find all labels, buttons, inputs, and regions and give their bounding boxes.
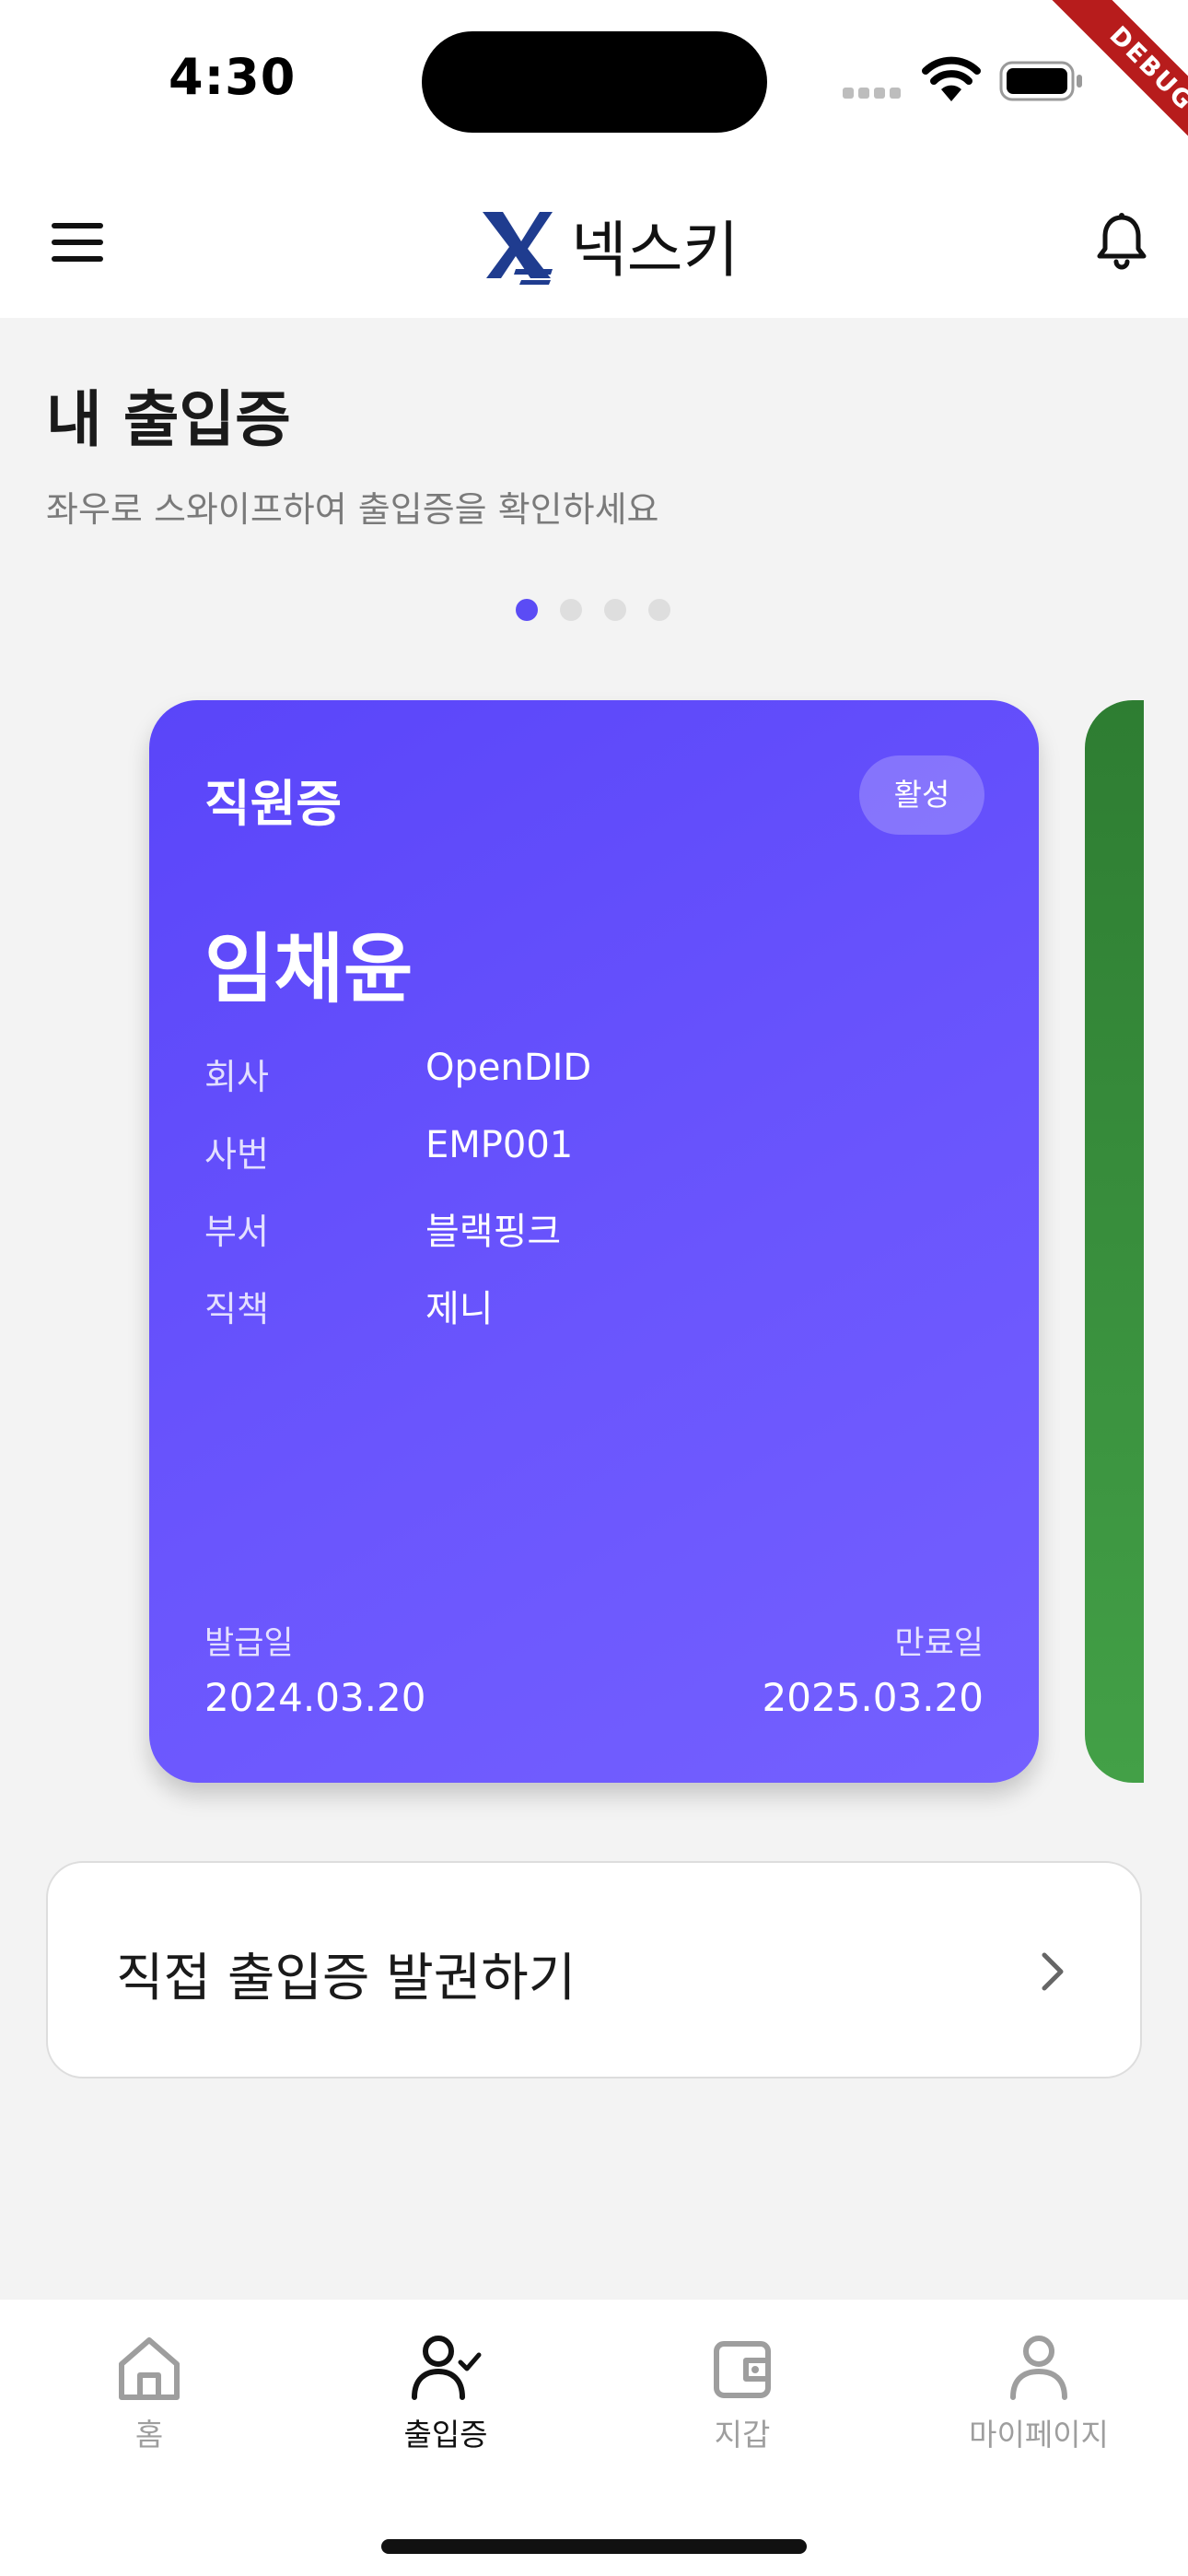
page-title: 내 출입증: [46, 384, 291, 455]
pager-dot[interactable]: [604, 599, 626, 621]
self-issue-pass-label: 직접 출입증 발권하기: [116, 1949, 577, 2008]
nav-item-passes[interactable]: 출입증: [335, 2331, 556, 2453]
nav-item-home[interactable]: 홈: [39, 2331, 260, 2453]
nav-label-home: 홈: [134, 2417, 164, 2453]
carousel-edge: [1144, 682, 1188, 1797]
company-value: OpenDID: [425, 1047, 592, 1089]
position-label: 직책: [204, 1289, 269, 1329]
wifi-icon: [922, 56, 981, 101]
expiry-date-value: 2025.03.20: [762, 1675, 984, 1720]
debug-banner: DEBUG: [1013, 0, 1188, 175]
pager-dot[interactable]: [560, 599, 582, 621]
card-holder-name: 임채윤: [204, 926, 413, 1013]
app-title: 넥스키: [571, 215, 740, 286]
home-indicator: [381, 2539, 807, 2554]
issue-date-label: 발급일: [204, 1625, 294, 1662]
chevron-right-icon: [1042, 1952, 1064, 1991]
person-icon: [1010, 2336, 1067, 2400]
company-label: 회사: [204, 1057, 269, 1097]
nav-label-mypage: 마이페이지: [969, 2417, 1109, 2453]
pager-dot[interactable]: [648, 599, 670, 621]
status-badge: 활성: [859, 755, 984, 835]
wallet-icon: [714, 2341, 771, 2398]
expiry-date-label: 만료일: [894, 1625, 984, 1662]
issue-date-value: 2024.03.20: [204, 1675, 426, 1720]
status-time: 4:30: [169, 48, 297, 106]
nav-label-passes: 출입증: [403, 2417, 488, 2453]
page-subtitle: 좌우로 스와이프하여 출입증을 확인하세요: [46, 489, 659, 530]
employee-pass-card[interactable]: 직원증 활성 임채윤 회사 OpenDID 사번 EMP001 부서 블랙핑크 …: [149, 700, 1039, 1783]
self-issue-pass-button[interactable]: 직접 출입증 발권하기: [46, 1861, 1142, 2078]
hamburger-menu-icon[interactable]: [37, 210, 120, 275]
cellular-signal-icon: [843, 85, 907, 99]
department-label: 부서: [204, 1212, 269, 1252]
app-logo-icon: [483, 212, 553, 285]
nav-label-wallet: 지갑: [714, 2417, 771, 2453]
employee-id-label: 사번: [204, 1134, 269, 1175]
bell-icon[interactable]: [1089, 208, 1155, 275]
nav-item-mypage[interactable]: 마이페이지: [928, 2331, 1149, 2453]
employee-id-value: EMP001: [425, 1124, 574, 1166]
dynamic-island: [422, 31, 767, 133]
debug-label: DEBUG: [1051, 0, 1188, 170]
department-value: 블랙핑크: [425, 1211, 562, 1253]
home-icon: [119, 2337, 180, 2400]
nav-item-wallet[interactable]: 지갑: [632, 2331, 853, 2453]
position-value: 제니: [425, 1288, 494, 1330]
pager-dot[interactable]: [516, 599, 538, 621]
card-type: 직원증: [204, 775, 343, 833]
user-check-icon: [412, 2336, 482, 2400]
